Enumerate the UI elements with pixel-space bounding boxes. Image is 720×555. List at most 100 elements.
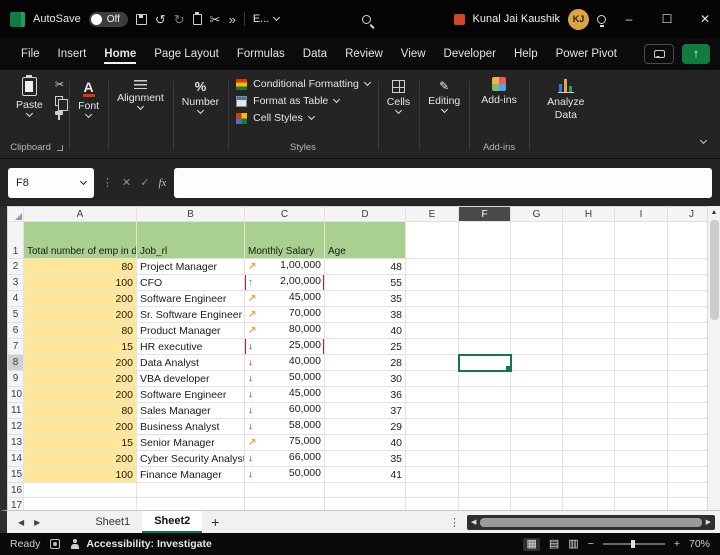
- cell-I3[interactable]: [615, 275, 668, 291]
- cell-H4[interactable]: [563, 291, 615, 307]
- cell-E12[interactable]: [406, 419, 459, 435]
- maximize-button[interactable]: ☐: [652, 12, 682, 26]
- sheet-tab-sheet2[interactable]: Sheet2: [142, 511, 202, 533]
- cell-B8[interactable]: Data Analyst: [137, 355, 245, 371]
- cell-G16[interactable]: [511, 483, 563, 498]
- cell-B14[interactable]: Cyber Security Analyst: [137, 451, 245, 467]
- cell-G1[interactable]: [511, 222, 563, 259]
- row-header-12[interactable]: 12: [8, 419, 24, 435]
- cell-H6[interactable]: [563, 323, 615, 339]
- cell-F11[interactable]: [459, 403, 511, 419]
- cell-D17[interactable]: [325, 498, 406, 511]
- hscrollbar-thumb[interactable]: [480, 518, 701, 527]
- cell-E5[interactable]: [406, 307, 459, 323]
- menu-tab-view[interactable]: View: [392, 41, 435, 67]
- cell-G13[interactable]: [511, 435, 563, 451]
- cell-A12[interactable]: 200: [24, 419, 137, 435]
- paste-button[interactable]: Paste: [9, 73, 50, 120]
- zoom-level[interactable]: 70%: [689, 538, 710, 550]
- cell-F1[interactable]: [459, 222, 511, 259]
- cell-G8[interactable]: [511, 355, 563, 371]
- cell-I2[interactable]: [615, 259, 668, 275]
- cell-J14[interactable]: [668, 451, 708, 467]
- cell-B6[interactable]: Product Manager: [137, 323, 245, 339]
- cell-J12[interactable]: [668, 419, 708, 435]
- cell-A4[interactable]: 200: [24, 291, 137, 307]
- cell-D3[interactable]: 55: [325, 275, 406, 291]
- page-break-view-button[interactable]: ▥: [568, 539, 578, 550]
- cell-D13[interactable]: 40: [325, 435, 406, 451]
- cell-I15[interactable]: [615, 467, 668, 483]
- cell-A14[interactable]: 200: [24, 451, 137, 467]
- cell-I13[interactable]: [615, 435, 668, 451]
- row-header-5[interactable]: 5: [8, 307, 24, 323]
- cell-C10[interactable]: ↓45,000: [245, 387, 325, 403]
- cell-J4[interactable]: [668, 291, 708, 307]
- cell-E11[interactable]: [406, 403, 459, 419]
- cell-C1[interactable]: Monthly Salary: [245, 222, 325, 259]
- cell-J3[interactable]: [668, 275, 708, 291]
- row-header-4[interactable]: 4: [8, 291, 24, 307]
- cell-I4[interactable]: [615, 291, 668, 307]
- row-header-9[interactable]: 9: [8, 371, 24, 387]
- menu-tab-home[interactable]: Home: [95, 41, 145, 67]
- cell-A13[interactable]: 15: [24, 435, 137, 451]
- qat-overflow-icon[interactable]: »: [229, 13, 236, 26]
- menu-tab-power-pivot[interactable]: Power Pivot: [547, 41, 626, 67]
- row-header-15[interactable]: 15: [8, 467, 24, 483]
- font-button[interactable]: A Font: [74, 73, 103, 121]
- page-layout-view-button[interactable]: ▤: [549, 539, 559, 550]
- cell-C13[interactable]: ↗75,000: [245, 435, 325, 451]
- redo-icon[interactable]: ↻: [174, 13, 185, 26]
- row-header-7[interactable]: 7: [8, 339, 24, 355]
- dialog-launcher-icon[interactable]: [57, 145, 63, 151]
- cell-B2[interactable]: Project Manager: [137, 259, 245, 275]
- scroll-up-icon[interactable]: ▲: [711, 209, 718, 216]
- name-box[interactable]: F8: [8, 168, 94, 198]
- menu-tab-page-layout[interactable]: Page Layout: [145, 41, 228, 67]
- cell-J2[interactable]: [668, 259, 708, 275]
- cell-H16[interactable]: [563, 483, 615, 498]
- cell-I14[interactable]: [615, 451, 668, 467]
- comments-button[interactable]: [644, 44, 674, 64]
- cell-A7[interactable]: 15: [24, 339, 137, 355]
- cell-D9[interactable]: 30: [325, 371, 406, 387]
- cell-F15[interactable]: [459, 467, 511, 483]
- cell-E10[interactable]: [406, 387, 459, 403]
- enter-entry-icon[interactable]: ✓: [140, 176, 149, 189]
- cell-I7[interactable]: [615, 339, 668, 355]
- column-header-H[interactable]: H: [563, 207, 615, 222]
- cell-E14[interactable]: [406, 451, 459, 467]
- alignment-button[interactable]: Alignment: [113, 73, 168, 113]
- cell-G4[interactable]: [511, 291, 563, 307]
- cell-I6[interactable]: [615, 323, 668, 339]
- save-icon[interactable]: [136, 14, 147, 25]
- cell-H9[interactable]: [563, 371, 615, 387]
- cell-F6[interactable]: [459, 323, 511, 339]
- user-name[interactable]: Kunal Jai Kaushik: [473, 13, 560, 25]
- cell-J15[interactable]: [668, 467, 708, 483]
- column-header-G[interactable]: G: [511, 207, 563, 222]
- row-header-6[interactable]: 6: [8, 323, 24, 339]
- cell-G14[interactable]: [511, 451, 563, 467]
- sheet-tab-sheet1[interactable]: Sheet1: [83, 511, 142, 533]
- cell-F17[interactable]: [459, 498, 511, 511]
- cell-D12[interactable]: 29: [325, 419, 406, 435]
- cell-J16[interactable]: [668, 483, 708, 498]
- menu-tab-file[interactable]: File: [12, 41, 49, 67]
- column-header-D[interactable]: D: [325, 207, 406, 222]
- cell-A2[interactable]: 80: [24, 259, 137, 275]
- cell-C8[interactable]: ↓40,000: [245, 355, 325, 371]
- row-header-17[interactable]: 17: [8, 498, 24, 511]
- cell-F2[interactable]: [459, 259, 511, 275]
- cell-C7[interactable]: ↓25,000: [245, 339, 325, 355]
- cell-G12[interactable]: [511, 419, 563, 435]
- cell-C11[interactable]: ↓60,000: [245, 403, 325, 419]
- undo-icon[interactable]: ↺: [155, 13, 166, 26]
- cell-D10[interactable]: 36: [325, 387, 406, 403]
- column-header-A[interactable]: A: [24, 207, 137, 222]
- cell-B1[interactable]: Job_rl: [137, 222, 245, 259]
- menu-tab-review[interactable]: Review: [336, 41, 392, 67]
- cell-A9[interactable]: 200: [24, 371, 137, 387]
- row-header-1[interactable]: 1: [8, 222, 24, 259]
